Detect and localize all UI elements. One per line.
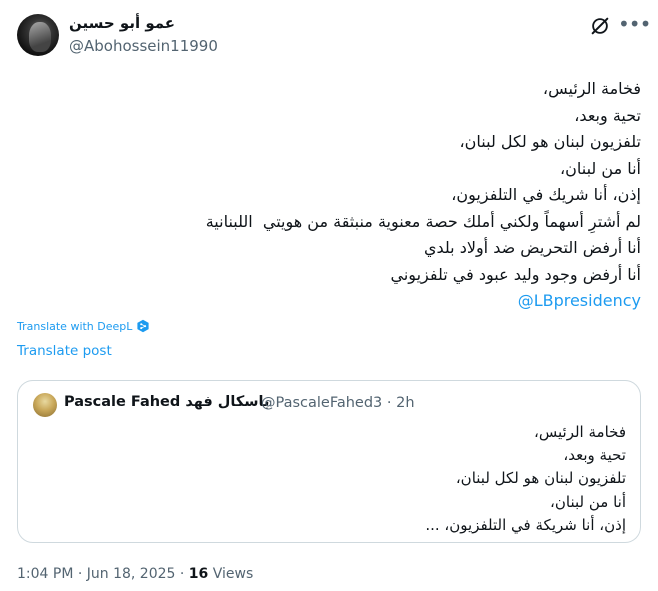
quote-line: أنا من لبنان، xyxy=(550,492,626,511)
views-label: Views xyxy=(208,566,254,582)
quote-handle-time: @PascaleFahed3 · 2h xyxy=(261,395,415,411)
translate-deepl-label: Translate with DeepL xyxy=(17,319,133,333)
views-count: 16 xyxy=(188,566,209,582)
translate-post-link[interactable]: Translate post xyxy=(17,343,112,359)
mention-link[interactable]: @LBpresidency xyxy=(11,288,641,315)
author-handle[interactable]: @Abohossein11990 xyxy=(69,37,218,55)
tweet-line: أنا من لبنان، xyxy=(559,158,641,178)
grok-icon[interactable] xyxy=(589,15,611,37)
author-avatar[interactable] xyxy=(17,14,59,56)
quote-avatar[interactable] xyxy=(33,393,57,417)
tweet-line: أنا أرفض وجود وليد عبود في تلفزيوني xyxy=(390,264,641,284)
tweet-line: أنا أرفض التحريض ضد أولاد بلدي xyxy=(423,238,641,257)
translate-deepl-link[interactable]: Translate with DeepL xyxy=(17,319,150,333)
deepl-icon xyxy=(137,319,150,333)
tweet-timestamp[interactable]: 1:04 PM · Jun 18, 2025 · xyxy=(17,566,189,582)
quote-line: إذن، أنا شريكة في التلفزيون، ... xyxy=(425,515,626,534)
quoted-tweet[interactable]: Pascale Fahed باسكال فهد @PascaleFahed3 … xyxy=(17,380,641,543)
author-display-name[interactable]: عمو أبو حسين xyxy=(69,14,175,32)
more-icon[interactable]: ••• xyxy=(618,12,651,36)
tweet-line: تلفزيون لبنان هو لكل لبنان، xyxy=(459,132,642,151)
tweet-line: لم أشترِ أسهماً ولكني أملك حصة معنوية من… xyxy=(205,211,641,231)
tweet-meta: 1:04 PM · Jun 18, 2025 · 16 Views xyxy=(17,566,253,582)
quote-display-name[interactable]: Pascale Fahed باسكال فهد xyxy=(64,394,269,410)
tweet-line: فخامة الرئيس، xyxy=(542,79,641,98)
quote-text: فخامة الرئيس، تحية وبعد، تلفزيون لبنان ه… xyxy=(30,421,626,537)
quote-line: تحية وبعد، xyxy=(563,446,626,465)
quote-line: فخامة الرئيس، xyxy=(534,423,626,441)
quote-line: تلفزيون لبنان هو لكل لبنان، xyxy=(455,469,626,488)
tweet-text: فخامة الرئيس، تحية وبعد، تلفزيون لبنان ه… xyxy=(11,76,641,315)
tweet-line: تحية وبعد، xyxy=(574,105,641,125)
tweet-line: إذن، أنا شريك في التلفزيون، xyxy=(451,185,641,204)
